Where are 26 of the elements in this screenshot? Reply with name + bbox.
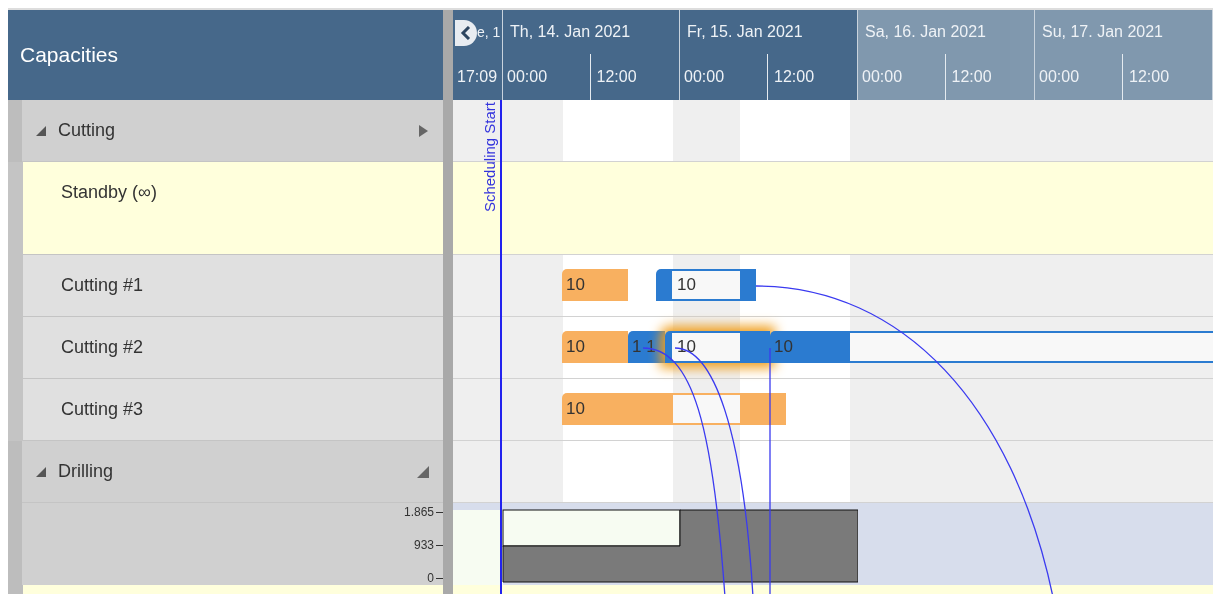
expand-right-icon[interactable] <box>417 124 429 137</box>
resource-name: Standby (∞) <box>61 182 157 203</box>
collapse-icon[interactable] <box>36 466 46 477</box>
day-header: Sa, 16. Jan 2021 00:00 12:00 <box>858 10 1035 100</box>
panel-title: Capacities <box>8 10 443 100</box>
day-header: e, 1 17:09 <box>453 10 503 100</box>
task-bar[interactable]: 10 <box>562 393 786 425</box>
axis-tick-label: 0 <box>427 571 443 585</box>
task-bar[interactable]: 10 <box>656 269 756 301</box>
corner-icon[interactable] <box>417 465 429 478</box>
collapse-icon[interactable] <box>36 125 46 136</box>
group-name: Cutting <box>58 120 116 141</box>
scheduling-start-label: Scheduling Start <box>481 102 498 213</box>
back-button[interactable] <box>455 20 477 46</box>
resource-name: Cutting #3 <box>61 399 144 420</box>
day-header: Fr, 15. Jan 2021 00:00 12:00 <box>680 10 858 100</box>
axis-tick-label: 933 <box>413 538 443 552</box>
day-header: Th, 14. Jan 2021 00:00 12:00 <box>503 10 680 100</box>
axis-tick-label: 1.865 <box>403 505 443 519</box>
day-header: Su, 17. Jan 2021 00:00 12:00 <box>1035 10 1213 100</box>
task-bar[interactable]: 10 <box>562 331 628 363</box>
task-bar[interactable]: 10 <box>562 269 628 301</box>
group-name: Drilling <box>58 461 113 482</box>
resource-name: Cutting #2 <box>61 337 144 358</box>
resource-name: Cutting #1 <box>61 275 144 296</box>
chevron-left-icon <box>460 26 472 40</box>
